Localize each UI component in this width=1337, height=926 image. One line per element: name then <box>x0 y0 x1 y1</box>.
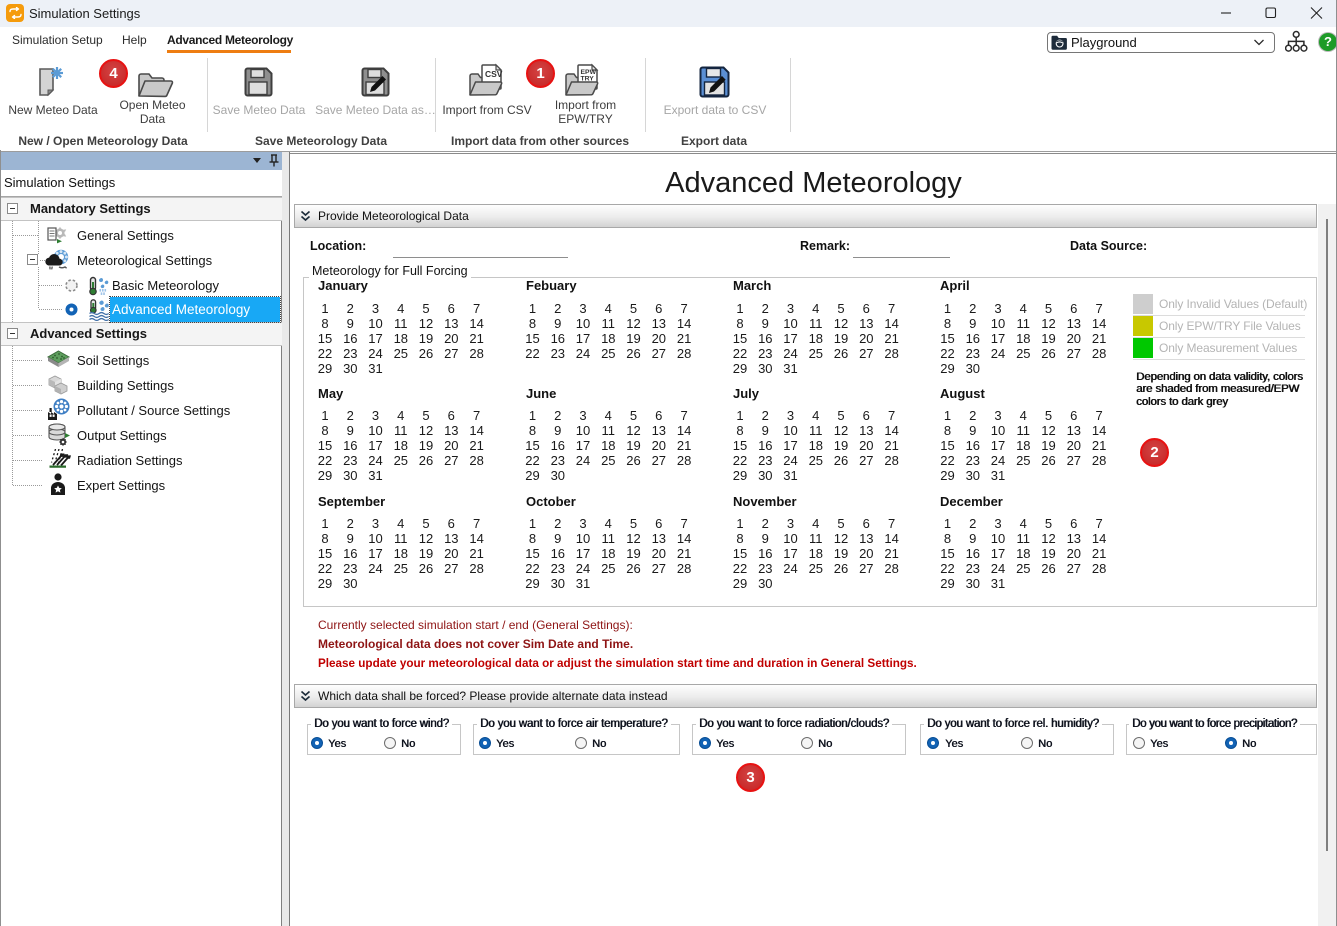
svg-text:CSV: CSV <box>485 69 503 79</box>
svg-text:w: w <box>48 266 53 272</box>
